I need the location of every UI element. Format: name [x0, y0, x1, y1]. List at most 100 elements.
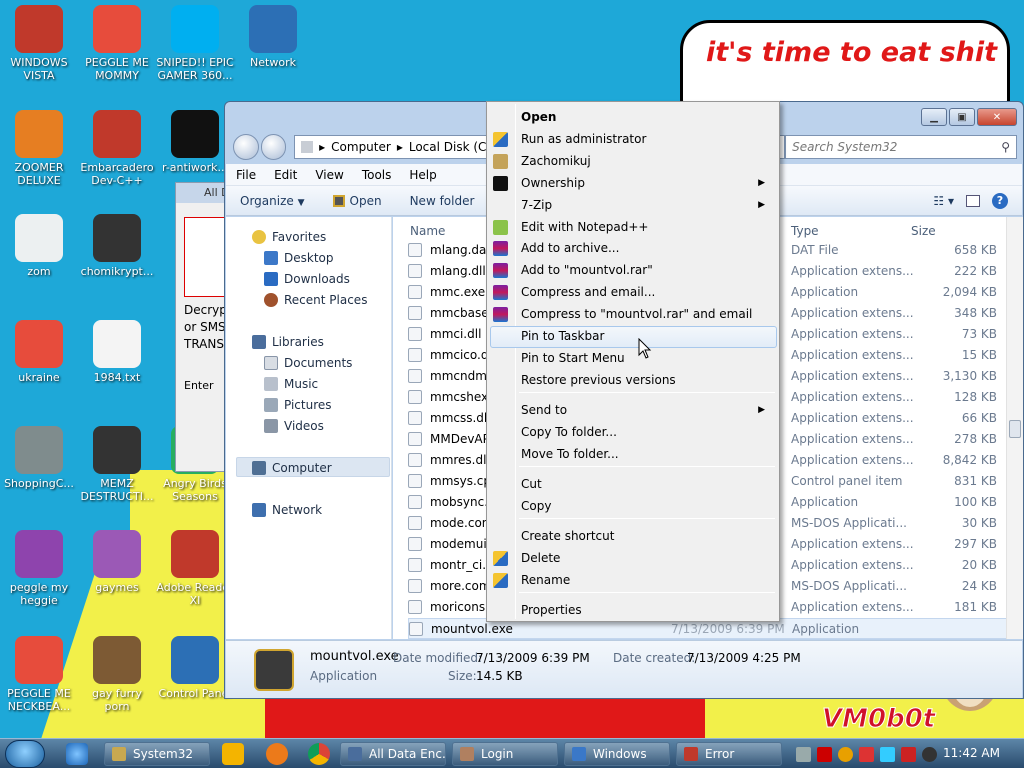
desktop-icon-item[interactable]: PEGGLE ME NECKBEA...	[0, 636, 78, 713]
details-created-label: Date created:	[613, 651, 696, 665]
desktop-icon-label: ukraine	[18, 371, 60, 384]
nav-network[interactable]: Network	[252, 503, 322, 517]
menu-edit[interactable]: Edit	[274, 168, 297, 182]
vertical-scrollbar[interactable]	[1006, 217, 1023, 639]
desktop-icon-item[interactable]: Embarcadero Dev-C++	[78, 110, 156, 187]
back-button[interactable]	[233, 134, 259, 160]
nav-computer[interactable]: Computer	[252, 461, 332, 475]
nav-recent-places[interactable]: Recent Places	[264, 293, 367, 307]
breadcrumb-computer[interactable]: Computer	[331, 140, 391, 154]
close-button[interactable]: ✕	[977, 108, 1017, 126]
desktop-icon-item[interactable]: ZOOMER DELUXE	[0, 110, 78, 187]
nav-music[interactable]: Music	[264, 377, 318, 391]
organize-button[interactable]: Organize ▼	[240, 194, 305, 208]
desktop-icon-item[interactable]: gaymes	[78, 530, 156, 594]
context-menu[interactable]: Open Run as administrator Zachomikuj Owners…	[486, 101, 780, 622]
column-header-name[interactable]: Name	[410, 224, 445, 238]
menu-item[interactable]: Zachomikuj	[493, 151, 775, 171]
search-input[interactable]: Search System32 ⚲	[785, 135, 1017, 159]
nav-desktop[interactable]: Desktop	[264, 251, 334, 265]
menu-item[interactable]: Create shortcut	[521, 526, 775, 546]
menu-item[interactable]: Cut	[521, 474, 775, 494]
menu-item[interactable]: Copy	[521, 496, 775, 516]
menu-item[interactable]: Compress to "mountvol.rar" and email	[493, 304, 775, 324]
menu-item[interactable]: Add to archive...	[493, 238, 775, 258]
desktop-icon-item[interactable]: ukraine	[0, 320, 78, 384]
taskbar-task-label: Login	[481, 747, 514, 761]
firefox-icon[interactable]	[266, 743, 288, 765]
minimize-button[interactable]: ▁	[921, 108, 947, 126]
maximize-button[interactable]: ▣	[949, 108, 975, 126]
tray-warning-icon[interactable]	[901, 746, 916, 762]
tray-app-icon[interactable]	[796, 746, 811, 762]
desktop-icon-item[interactable]: MEMZ DESTRUCTI...	[78, 426, 156, 503]
menu-item[interactable]: Rename	[493, 570, 775, 590]
column-header-size[interactable]: Size	[911, 224, 936, 238]
file-size: 348 KB	[954, 306, 997, 320]
start-button[interactable]	[5, 740, 45, 768]
file-name: more.com	[430, 579, 491, 593]
taskbar-task-button[interactable]: Windows	[564, 742, 670, 766]
menu-item[interactable]: Move To folder...	[521, 444, 775, 464]
menu-item[interactable]: Delete	[493, 548, 775, 568]
preview-pane-icon[interactable]	[966, 194, 980, 207]
taskbar-task-button[interactable]: Login	[452, 742, 558, 766]
desktop-icon-item[interactable]: SNIPED!! EPIC GAMER 360...	[156, 5, 234, 82]
tray-search-icon[interactable]	[838, 746, 853, 762]
nav-videos[interactable]: Videos	[264, 419, 324, 433]
open-button[interactable]: Open	[332, 194, 382, 208]
menu-tools[interactable]: Tools	[362, 168, 392, 182]
search-icon[interactable]: ⚲	[1001, 140, 1010, 154]
media-player-icon[interactable]	[222, 743, 244, 765]
internet-explorer-icon[interactable]	[66, 743, 88, 765]
menu-view[interactable]: View	[315, 168, 343, 182]
desktop-icon-item[interactable]: 1984.txt	[78, 320, 156, 384]
nav-documents[interactable]: Documents	[264, 356, 352, 370]
forward-button[interactable]	[260, 134, 287, 160]
scrollbar-thumb[interactable]	[1009, 420, 1021, 438]
menu-item[interactable]: Compress and email...	[493, 282, 775, 302]
taskbar-task-button[interactable]: Error	[676, 742, 782, 766]
taskbar-task-button[interactable]: System32	[104, 742, 210, 766]
tray-speaker-icon[interactable]	[922, 746, 937, 762]
nav-downloads[interactable]: Downloads	[264, 272, 350, 286]
column-header-type[interactable]: Type	[791, 224, 819, 238]
desktop-icon-item[interactable]: WINDOWS VISTA	[0, 5, 78, 82]
menu-help[interactable]: Help	[409, 168, 436, 182]
desktop-icon-item[interactable]: chomikrypt...	[78, 214, 156, 278]
clock[interactable]: 11:42 AM	[943, 746, 1000, 760]
taskbar-task-button[interactable]: All Data Enc...	[340, 742, 446, 766]
tray-monitor-icon[interactable]	[880, 746, 895, 762]
menu-item[interactable]: Run as administrator	[493, 129, 775, 149]
breadcrumb-local-disk[interactable]: Local Disk (C	[409, 140, 487, 154]
menu-item[interactable]: Properties	[521, 600, 775, 620]
tray-flag-icon[interactable]	[859, 746, 874, 762]
menu-item[interactable]: Send to ▶	[521, 400, 775, 420]
desktop-icon-item[interactable]: r-antiwork...	[156, 110, 234, 174]
nav-favorites[interactable]: Favorites	[252, 230, 326, 244]
desktop-icon-item[interactable]: Network	[234, 5, 312, 69]
nav-pictures[interactable]: Pictures	[264, 398, 332, 412]
desktop-icon-item[interactable]: PEGGLE ME MOMMY	[78, 5, 156, 82]
desktop-icon-item[interactable]: zom	[0, 214, 78, 278]
menu-item[interactable]: Add to "mountvol.rar"	[493, 260, 775, 280]
desktop-icon-item[interactable]: gay furry porn	[78, 636, 156, 713]
zoomer-icon	[15, 110, 63, 158]
menu-item[interactable]: Edit with Notepad++	[493, 217, 775, 237]
menu-item[interactable]: Copy To folder...	[521, 422, 775, 442]
menu-item[interactable]: Ownership ▶	[493, 173, 775, 193]
help-icon[interactable]: ?	[992, 192, 1008, 209]
view-options-icon[interactable]: ☷ ▾	[933, 194, 954, 208]
menu-item[interactable]: Open	[521, 107, 775, 127]
new-folder-button[interactable]: New folder	[410, 194, 475, 208]
desktop-icon-item[interactable]: ShoppingC...	[0, 426, 78, 490]
desktop-icon-item[interactable]: Adobe Reader XI	[156, 530, 234, 607]
menu-item[interactable]: 7-Zip ▶	[521, 195, 775, 215]
chrome-icon[interactable]	[308, 743, 330, 765]
nav-libraries[interactable]: Libraries	[252, 335, 324, 349]
menu-item[interactable]: Restore previous versions	[521, 370, 775, 390]
tray-antivirus-icon[interactable]	[817, 746, 832, 762]
desktop-icon-item[interactable]: peggle my heggie	[0, 530, 78, 607]
menu-file[interactable]: File	[236, 168, 256, 182]
desktop-icon-item[interactable]: Control Panel	[156, 636, 234, 700]
